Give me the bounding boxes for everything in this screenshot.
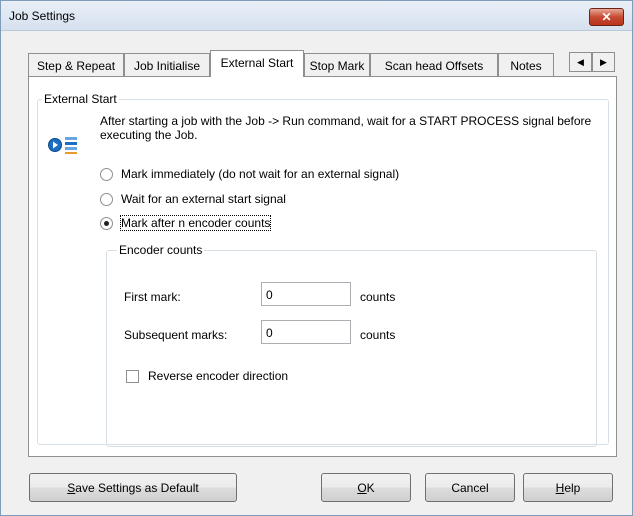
cancel-button[interactable]: Cancel (425, 473, 515, 502)
ok-label: K (366, 480, 375, 495)
tab-scan-head-offsets[interactable]: Scan head Offsets (370, 53, 498, 76)
arrow-left-icon: ◀ (577, 56, 584, 67)
tab-external-start[interactable]: External Start (210, 50, 304, 77)
tab-job-initialise[interactable]: Job Initialise (124, 53, 210, 76)
radio-mark-immediately[interactable] (100, 167, 113, 181)
help-label: elp (564, 480, 581, 495)
close-button[interactable]: ✕ (589, 8, 624, 26)
tab-step-repeat[interactable]: Step & Repeat (28, 53, 124, 76)
option-mark-immediately-label: Mark immediately (do not wait for an ext… (121, 167, 400, 181)
option-mark-after-encoder-counts[interactable]: Mark after n encoder counts (100, 215, 272, 231)
save-settings-default-button[interactable]: Save Settings as Default (29, 473, 237, 502)
encoder-counts-group: Encoder counts First mark: counts Subseq… (106, 243, 597, 447)
reverse-encoder-label: Reverse encoder direction (148, 369, 289, 383)
help-button[interactable]: Help (523, 473, 613, 502)
first-mark-unit: counts (360, 290, 396, 304)
window-title: Job Settings (9, 9, 76, 23)
close-icon: ✕ (601, 10, 612, 24)
title-bar: Job Settings ✕ (1, 1, 632, 31)
option-wait-external-signal[interactable]: Wait for an external start signal (100, 192, 286, 206)
option-mark-immediately[interactable]: Mark immediately (do not wait for an ext… (100, 167, 399, 181)
option-wait-external-signal-label: Wait for an external start signal (121, 192, 286, 206)
subsequent-marks-label: Subsequent marks: (124, 328, 228, 342)
tab-scroll-right-button[interactable]: ▶ (592, 52, 615, 72)
tab-scroll-left-button[interactable]: ◀ (569, 52, 592, 72)
option-mark-after-encoder-counts-label: Mark after n encoder counts (119, 215, 272, 231)
external-start-group: External Start After starting a job with… (37, 92, 609, 447)
first-mark-input[interactable] (261, 282, 351, 306)
tab-scroll-buttons: ◀ ▶ (569, 52, 615, 72)
tab-page-external-start: External Start After starting a job with… (28, 76, 617, 457)
help-mnemonic: H (555, 480, 565, 495)
subsequent-marks-input[interactable] (261, 320, 351, 344)
external-start-description: After starting a job with the Job -> Run… (100, 114, 592, 142)
tab-stop-mark[interactable]: Stop Mark (304, 53, 370, 76)
tab-notes[interactable]: Notes (498, 53, 554, 76)
external-start-group-label: External Start (42, 92, 119, 106)
radio-wait-external-signal[interactable] (100, 192, 113, 206)
ok-button[interactable]: OK (321, 473, 411, 502)
reverse-encoder-option[interactable]: Reverse encoder direction (126, 369, 288, 383)
reverse-encoder-checkbox[interactable] (126, 369, 139, 383)
arrow-right-icon: ▶ (600, 56, 607, 67)
save-settings-default-mnemonic: S (67, 480, 76, 495)
job-settings-dialog: Job Settings ✕ Step & Repeat Job Initial… (0, 0, 633, 516)
subsequent-marks-unit: counts (360, 328, 396, 342)
radio-mark-after-encoder-counts[interactable] (100, 216, 113, 230)
cancel-label: Cancel (451, 480, 489, 495)
ok-mnemonic: O (357, 480, 367, 495)
save-settings-default-label: ave Settings as Default (75, 480, 199, 495)
encoder-counts-group-label: Encoder counts (117, 243, 205, 257)
signal-start-icon (48, 137, 77, 154)
first-mark-label: First mark: (124, 290, 181, 304)
